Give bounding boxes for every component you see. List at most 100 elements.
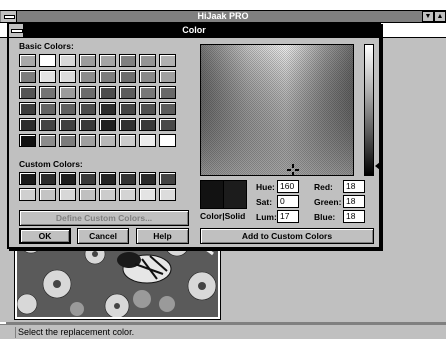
- basic-color-swatch[interactable]: [99, 102, 116, 115]
- basic-color-swatch[interactable]: [139, 134, 156, 147]
- lum-field[interactable]: 17: [277, 210, 299, 223]
- basic-color-swatch[interactable]: [99, 86, 116, 99]
- sat-field[interactable]: 0: [277, 195, 299, 208]
- basic-color-swatch[interactable]: [159, 118, 176, 131]
- minimize-icon[interactable]: ▼: [422, 11, 434, 22]
- basic-color-swatch[interactable]: [119, 102, 136, 115]
- custom-color-swatch[interactable]: [19, 172, 36, 185]
- basic-color-swatch[interactable]: [99, 134, 116, 147]
- basic-color-swatch[interactable]: [39, 118, 56, 131]
- custom-color-swatch[interactable]: [39, 188, 56, 201]
- basic-color-swatch[interactable]: [59, 134, 76, 147]
- lum-label: Lum:: [256, 212, 277, 222]
- custom-color-swatch[interactable]: [119, 172, 136, 185]
- spectrum-gradient: [201, 45, 353, 175]
- basic-color-swatch[interactable]: [19, 86, 36, 99]
- basic-color-swatch[interactable]: [119, 54, 136, 67]
- luminance-bar[interactable]: [364, 44, 374, 176]
- add-to-custom-colors-button[interactable]: Add to Custom Colors: [200, 228, 374, 244]
- status-text: Select the replacement color.: [15, 327, 134, 338]
- red-field[interactable]: 18: [343, 180, 365, 193]
- basic-color-swatch[interactable]: [99, 54, 116, 67]
- hue-label: Hue:: [256, 182, 275, 192]
- custom-color-swatch[interactable]: [19, 188, 36, 201]
- custom-color-swatch[interactable]: [139, 188, 156, 201]
- color-dialog: Color Basic Colors: Custom Colors: Defin…: [7, 22, 381, 249]
- color-solid-preview: [200, 180, 247, 209]
- basic-color-swatch[interactable]: [79, 54, 96, 67]
- custom-color-swatch[interactable]: [39, 172, 56, 185]
- color-preview: [201, 181, 223, 208]
- basic-color-swatch[interactable]: [99, 70, 116, 83]
- basic-color-swatch[interactable]: [19, 70, 36, 83]
- basic-color-swatch[interactable]: [39, 134, 56, 147]
- basic-color-swatch[interactable]: [159, 54, 176, 67]
- hue-field[interactable]: 160: [277, 180, 299, 193]
- basic-color-swatch[interactable]: [159, 134, 176, 147]
- basic-color-swatch[interactable]: [79, 118, 96, 131]
- custom-color-swatch[interactable]: [99, 188, 116, 201]
- color-crosshair-icon: [287, 164, 299, 176]
- basic-color-swatch[interactable]: [159, 102, 176, 115]
- custom-color-swatch[interactable]: [119, 188, 136, 201]
- sat-label: Sat:: [256, 197, 273, 207]
- basic-color-swatch[interactable]: [39, 102, 56, 115]
- basic-color-swatch[interactable]: [139, 54, 156, 67]
- basic-color-swatch[interactable]: [139, 118, 156, 131]
- basic-color-swatch[interactable]: [159, 70, 176, 83]
- basic-color-swatch[interactable]: [39, 70, 56, 83]
- help-button[interactable]: Help: [136, 228, 189, 244]
- basic-color-swatch[interactable]: [119, 86, 136, 99]
- basic-color-swatch[interactable]: [59, 118, 76, 131]
- basic-color-swatch[interactable]: [59, 102, 76, 115]
- basic-colors-label: Basic Colors:: [19, 41, 74, 51]
- maximize-icon[interactable]: ▲: [434, 11, 446, 22]
- app-title: HiJaak PRO: [197, 11, 249, 21]
- basic-color-swatch[interactable]: [39, 54, 56, 67]
- solid-preview: [223, 181, 246, 208]
- custom-color-swatch[interactable]: [159, 172, 176, 185]
- custom-colors-grid: [19, 172, 176, 201]
- custom-color-swatch[interactable]: [99, 172, 116, 185]
- basic-color-swatch[interactable]: [159, 86, 176, 99]
- basic-color-swatch[interactable]: [119, 70, 136, 83]
- basic-color-swatch[interactable]: [19, 102, 36, 115]
- dialog-title-bar[interactable]: Color: [9, 24, 379, 38]
- green-field[interactable]: 18: [343, 195, 365, 208]
- basic-color-swatch[interactable]: [19, 118, 36, 131]
- custom-color-swatch[interactable]: [59, 172, 76, 185]
- status-bar: Select the replacement color.: [0, 324, 446, 339]
- basic-color-swatch[interactable]: [79, 102, 96, 115]
- basic-color-swatch[interactable]: [99, 118, 116, 131]
- basic-colors-grid: [19, 54, 176, 147]
- color-solid-label: Color|Solid: [200, 211, 246, 221]
- basic-color-swatch[interactable]: [139, 102, 156, 115]
- custom-color-swatch[interactable]: [79, 188, 96, 201]
- cancel-button[interactable]: Cancel: [77, 228, 129, 244]
- basic-color-swatch[interactable]: [119, 134, 136, 147]
- basic-color-swatch[interactable]: [139, 86, 156, 99]
- define-custom-colors-button[interactable]: Define Custom Colors...: [19, 210, 189, 226]
- ok-button[interactable]: OK: [19, 228, 71, 244]
- custom-colors-label: Custom Colors:: [19, 159, 83, 169]
- basic-color-swatch[interactable]: [59, 54, 76, 67]
- luminance-pointer-icon[interactable]: [375, 162, 380, 170]
- blue-field[interactable]: 18: [343, 210, 365, 223]
- basic-color-swatch[interactable]: [59, 70, 76, 83]
- basic-color-swatch[interactable]: [139, 70, 156, 83]
- basic-color-swatch[interactable]: [79, 70, 96, 83]
- custom-color-swatch[interactable]: [139, 172, 156, 185]
- green-label: Green:: [314, 197, 342, 207]
- custom-color-swatch[interactable]: [79, 172, 96, 185]
- basic-color-swatch[interactable]: [79, 134, 96, 147]
- basic-color-swatch[interactable]: [119, 118, 136, 131]
- custom-color-swatch[interactable]: [159, 188, 176, 201]
- color-spectrum[interactable]: [200, 44, 354, 176]
- basic-color-swatch[interactable]: [39, 86, 56, 99]
- red-label: Red:: [314, 182, 333, 192]
- custom-color-swatch[interactable]: [59, 188, 76, 201]
- basic-color-swatch[interactable]: [19, 134, 36, 147]
- basic-color-swatch[interactable]: [19, 54, 36, 67]
- basic-color-swatch[interactable]: [59, 86, 76, 99]
- basic-color-swatch[interactable]: [79, 86, 96, 99]
